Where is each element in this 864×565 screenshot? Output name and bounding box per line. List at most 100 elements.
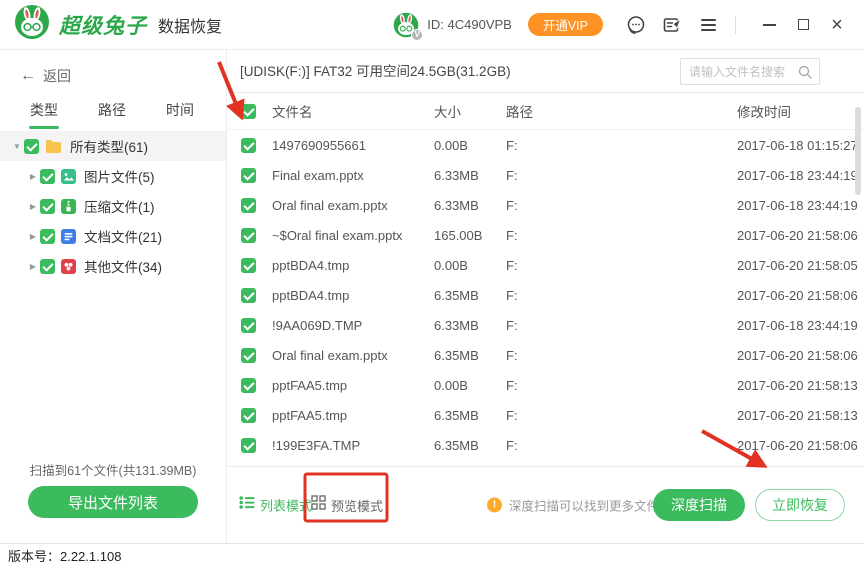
tree-item[interactable]: ▶ 图片文件(5) — [0, 161, 226, 191]
export-file-list-button[interactable]: 导出文件列表 — [28, 486, 198, 518]
minimize-button[interactable] — [756, 12, 782, 38]
back-button[interactable]: ← 返回 — [20, 66, 71, 86]
column-header-modified[interactable]: 修改时间 — [737, 101, 864, 121]
table-row[interactable]: pptFAA5.tmp 0.00B F: 2017-06-20 21:58:13 — [227, 370, 864, 400]
recover-now-button[interactable]: 立即恢复 — [755, 489, 845, 521]
sidebar-tabs: 类型 路径 时间 — [0, 100, 226, 129]
tree-item[interactable]: ▶ 文档文件(21) — [0, 221, 226, 251]
cell-filename: !9AA069D.TMP — [272, 317, 363, 333]
cell-size: 6.35MB — [434, 407, 479, 423]
cell-modified: 2017-06-20 21:58:06 — [737, 347, 858, 363]
row-checkbox-checked[interactable] — [241, 197, 256, 213]
table-row[interactable]: !199E3FA.TMP 6.35MB F: 2017-06-20 21:58:06 — [227, 430, 864, 460]
column-header-path[interactable]: 路径 — [506, 101, 737, 121]
checkbox-checked[interactable] — [40, 228, 55, 244]
table-row[interactable]: Final exam.pptx 6.33MB F: 2017-06-18 23:44:… — [227, 160, 864, 190]
table-row[interactable]: !9AA069D.TMP 6.33MB F: 2017-06-18 23:44:19 — [227, 310, 864, 340]
chevron-right-icon[interactable]: ▶ — [26, 232, 40, 241]
table-row[interactable]: pptBDA4.tmp 0.00B F: 2017-06-20 21:58:05 — [227, 250, 864, 280]
titlebar: 超级兔子 数据恢复 V ID: 4C490VPB 开通VIP × — [0, 0, 864, 50]
sidebar-tab-path[interactable]: 路径 — [98, 100, 126, 129]
preview-mode-button[interactable]: 预览模式 — [311, 495, 383, 515]
tree-item-label: 所有类型(61) — [70, 140, 149, 155]
column-header-size[interactable]: 大小 — [434, 101, 506, 121]
footer-toolbar: 列表模式 预览模式 ! 深度扫描可以找到更多文件 深度扫描 立即恢复 — [227, 466, 864, 543]
app-subtitle: 数据恢复 — [158, 18, 223, 36]
brand: 超级兔子 数据恢复 — [14, 4, 222, 45]
maximize-button[interactable] — [790, 12, 816, 38]
close-button[interactable]: × — [824, 12, 850, 38]
tree-item[interactable]: ▶ 其他文件(34) — [0, 251, 226, 281]
chevron-right-icon[interactable]: ▶ — [26, 262, 40, 271]
maximize-icon — [797, 19, 809, 30]
checkbox-checked[interactable] — [40, 258, 55, 274]
chevron-right-icon[interactable]: ▶ — [26, 202, 40, 211]
table-row[interactable]: Oral final exam.pptx 6.35MB F: 2017-06-20 2… — [227, 340, 864, 370]
deep-scan-button[interactable]: 深度扫描 — [653, 489, 745, 521]
cell-path: F: — [506, 377, 518, 393]
row-checkbox-checked[interactable] — [241, 257, 256, 273]
menu-icon[interactable] — [695, 12, 721, 38]
chevron-right-icon[interactable]: ▶ — [26, 172, 40, 181]
back-label: 返回 — [43, 68, 71, 84]
list-mode-button[interactable]: 列表模式 — [239, 496, 312, 515]
row-checkbox-checked[interactable] — [241, 407, 256, 423]
vertical-scrollbar[interactable] — [855, 107, 861, 195]
row-checkbox-checked[interactable] — [241, 137, 256, 153]
table-row[interactable]: ~$Oral final exam.pptx 165.00B F: 2017-06-2… — [227, 220, 864, 250]
row-checkbox-checked[interactable] — [241, 377, 256, 393]
search-input[interactable] — [681, 64, 798, 79]
table-row[interactable]: pptFAA5.tmp 6.35MB F: 2017-06-20 21:58:13 — [227, 400, 864, 430]
search-box — [680, 58, 820, 85]
cell-path: F: — [506, 137, 518, 153]
cell-size: 6.35MB — [434, 287, 479, 303]
cell-filename: Oral final exam.pptx — [272, 197, 388, 213]
table-row[interactable]: pptBDA4.tmp 6.35MB F: 2017-06-20 21:58:06 — [227, 280, 864, 310]
cell-modified: 2017-06-18 23:44:19 — [737, 197, 858, 213]
deep-scan-tip: ! 深度扫描可以找到更多文件 — [487, 496, 659, 515]
row-checkbox-checked[interactable] — [241, 167, 256, 183]
tree-item-label: 图片文件(5) — [84, 170, 155, 185]
row-checkbox-checked[interactable] — [241, 287, 256, 303]
cell-modified: 2017-06-20 21:58:06 — [737, 287, 858, 303]
cell-size: 6.33MB — [434, 197, 479, 213]
checkbox-checked[interactable] — [40, 198, 55, 214]
archive-file-icon — [61, 198, 76, 214]
chevron-down-icon[interactable]: ▼ — [10, 142, 24, 151]
select-all-checkbox[interactable] — [241, 103, 256, 119]
table-row[interactable]: 1497690955661 0.00B F: 2017-06-18 01:15:27 — [227, 130, 864, 160]
customer-service-icon[interactable] — [623, 12, 649, 38]
list-mode-icon — [239, 496, 255, 515]
cell-filename: 1497690955661 — [272, 137, 366, 153]
cell-path: F: — [506, 317, 518, 333]
checkbox-checked[interactable] — [40, 168, 55, 184]
tree-item[interactable]: ▼ 所有类型(61) — [0, 131, 226, 161]
drive-info: [UDISK(F:)] FAT32 可用空间24.5GB(31.2GB) — [240, 64, 511, 79]
row-checkbox-checked[interactable] — [241, 317, 256, 333]
row-checkbox-checked[interactable] — [241, 227, 256, 243]
row-checkbox-checked[interactable] — [241, 437, 256, 453]
warning-icon: ! — [487, 497, 502, 513]
search-icon[interactable] — [798, 65, 819, 79]
tree-item[interactable]: ▶ 压缩文件(1) — [0, 191, 226, 221]
sidebar-tab-type[interactable]: 类型 — [30, 100, 58, 129]
vip-button[interactable]: 开通VIP — [527, 13, 603, 36]
cell-size: 165.00B — [434, 227, 483, 243]
cell-size: 6.35MB — [434, 347, 479, 363]
table-header: 文件名 大小 路径 修改时间 — [227, 93, 864, 130]
content-panel: [UDISK(F:)] FAT32 可用空间24.5GB(31.2GB) 文件名… — [227, 50, 864, 543]
column-header-filename[interactable]: 文件名 — [272, 101, 434, 121]
document-file-icon — [61, 228, 76, 244]
user-avatar[interactable]: V — [393, 12, 424, 41]
feedback-icon[interactable] — [659, 12, 685, 38]
sidebar-tab-time[interactable]: 时间 — [166, 100, 194, 129]
cell-size: 0.00B — [434, 137, 468, 153]
cell-filename: ~$Oral final exam.pptx — [272, 227, 403, 243]
vip-badge-icon: V — [411, 28, 424, 41]
cell-filename: pptBDA4.tmp — [272, 257, 350, 273]
cell-modified: 2017-06-20 21:58:06 — [737, 437, 858, 453]
row-checkbox-checked[interactable] — [241, 347, 256, 363]
cell-path: F: — [506, 257, 518, 273]
checkbox-checked[interactable] — [24, 138, 39, 154]
table-row[interactable]: Oral final exam.pptx 6.33MB F: 2017-06-18 2… — [227, 190, 864, 220]
